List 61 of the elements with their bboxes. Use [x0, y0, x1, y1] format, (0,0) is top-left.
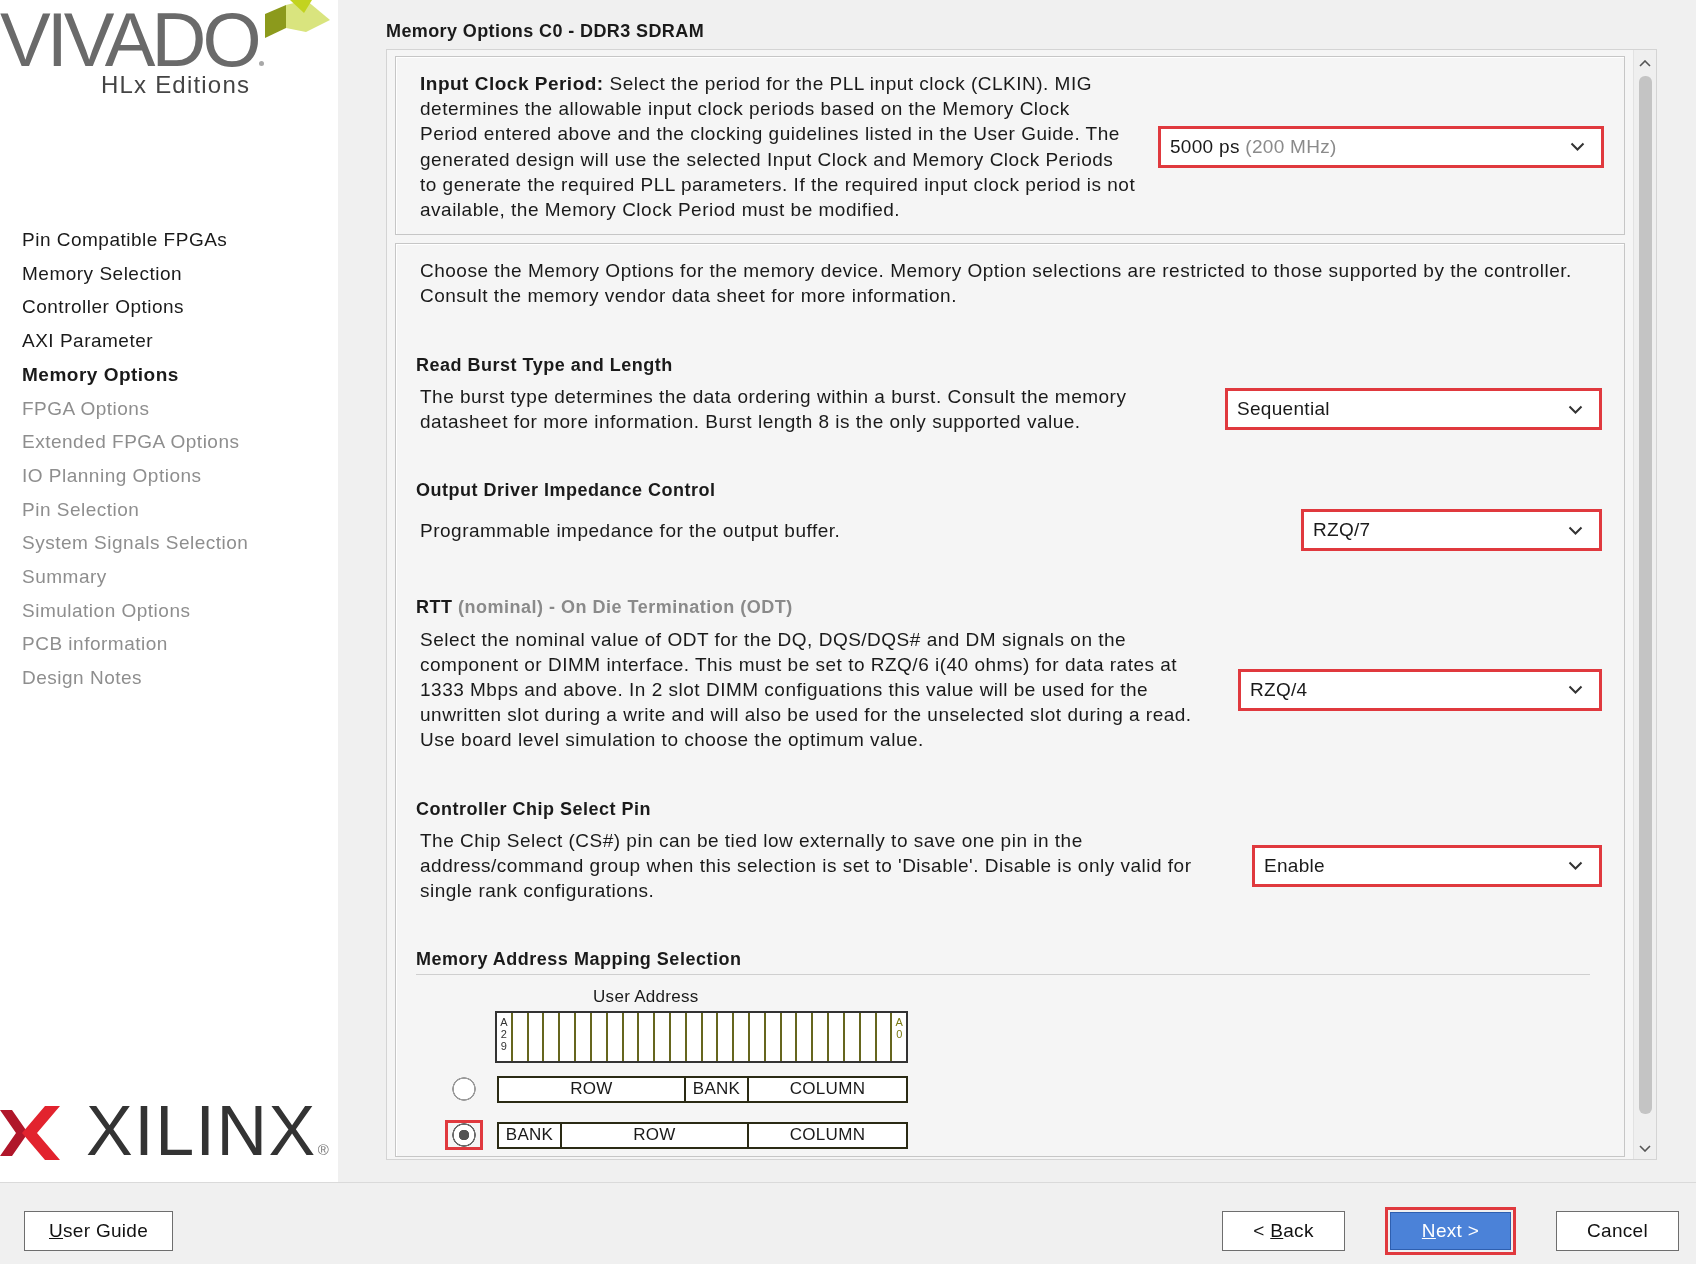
address-field: BANK: [497, 1121, 562, 1149]
chevron-down-icon: [1568, 685, 1583, 695]
description-text: Input Clock Period: Select the period for the PLL input clock (CLKIN). MIG determines the allowable input clock periods based on the Memory Clock Period entered above and the clocking guidelines listed in the User Guide. The generated design will use the selected Input Clock and Memory Clock Periods to generate the required PLL parameters. If the required input clock period is not available, the Memory Clock Period must be modified.: [420, 72, 1136, 222]
intro-text: Choose the Memory Options for the memory device. Memory Option selections are restricted to those supported by the controller. Consult the memory vendor data sheet for more information.: [420, 259, 1572, 309]
step-label: AXI Parameter: [22, 329, 154, 354]
page-title: Memory Options C0 - DDR3 SDRAM: [386, 20, 705, 42]
address-field: BANK: [684, 1075, 749, 1103]
bit-label: A29: [499, 1015, 509, 1052]
chevron-down-icon: [1570, 142, 1585, 152]
scroll-down-icon[interactable]: [1639, 1145, 1651, 1152]
scrollbar[interactable]: [1633, 50, 1656, 1159]
description-text: The Chip Select (CS#) pin can be tied low externally to save one pin in the address/command group when this selection is set to 'Disable'. Disable is only valid for single rank configurations.: [420, 828, 1192, 904]
section-heading: Controller Chip Select Pin: [416, 797, 652, 821]
dropdown[interactable]: RZQ/4: [1238, 668, 1602, 711]
step-label: Pin Selection: [22, 497, 140, 522]
section-heading: Output Driver Impedance Control: [416, 479, 716, 503]
chevron-down-icon: [1568, 404, 1583, 414]
address-field: ROW: [497, 1075, 686, 1103]
cancel-button[interactable]: Cancel: [1556, 1211, 1679, 1251]
step-label: IO Planning Options: [22, 463, 202, 488]
dot-icon: [258, 61, 264, 66]
step-label: Memory Selection: [22, 261, 183, 286]
address-field: ROW: [560, 1121, 749, 1149]
section-heading: RTT (nominal) - On Die Termination (ODT): [416, 596, 793, 620]
description-text: Select the nominal value of ODT for the DQ, DQS/DQS# and DM signals on the component or DIMM interface. This must be set to RZQ/6 i(40 ohms) for data rates at 1333 Mbps and above. In 2 slot DIMM configuations this value will be used for the unwritten slot during a write and will also be used for the unselected slot during a read. Use board level simulation to choose the optimum value.: [420, 627, 1192, 753]
step-label: Extended FPGA Options: [22, 430, 240, 455]
address-field: COLUMN: [747, 1121, 908, 1149]
x-mark-logo-icon: [0, 1106, 60, 1160]
chevron-down-icon: [1568, 525, 1583, 535]
scroll-up-icon[interactable]: [1639, 60, 1651, 67]
description-text: Programmable impedance for the output buffer.: [420, 518, 841, 543]
step-label: Memory Options: [22, 362, 179, 387]
next-button[interactable]: Next >: [1385, 1207, 1516, 1255]
diamond-logo-icon: [263, 0, 330, 40]
dropdown[interactable]: Sequential: [1225, 388, 1602, 431]
step-label: Design Notes: [22, 666, 143, 691]
dropdown[interactable]: 5000 ps (200 MHz): [1158, 125, 1604, 168]
radio-button[interactable]: [452, 1077, 476, 1102]
edition-label: HLx Editions: [101, 73, 251, 97]
back-button[interactable]: < Back: [1222, 1211, 1345, 1251]
step-label: Controller Options: [22, 295, 185, 320]
user-guide-button[interactable]: User Guide: [24, 1211, 174, 1251]
step-label: Simulation Options: [22, 598, 191, 623]
section-heading: Memory Address Mapping Selection: [416, 948, 742, 972]
step-label: System Signals Selection: [22, 531, 249, 556]
dropdown[interactable]: Enable: [1252, 844, 1602, 887]
bit-label: A0: [894, 1015, 904, 1040]
scrollbar-thumb[interactable]: [1638, 76, 1652, 1114]
chevron-down-icon: [1568, 861, 1583, 871]
step-label: FPGA Options: [22, 396, 150, 421]
description-text: The burst type determines the data ordering within a burst. Consult the memory datasheet for more information. Burst length 8 is the only supported value.: [420, 384, 1127, 435]
dropdown[interactable]: RZQ/7: [1301, 509, 1602, 552]
radio-button[interactable]: [445, 1120, 483, 1151]
registered-mark: ®: [317, 1142, 329, 1157]
section-heading: Read Burst Type and Length: [416, 353, 673, 377]
address-field: COLUMN: [747, 1075, 908, 1103]
user-address-label: User Address: [593, 985, 699, 1008]
step-label: PCB information: [22, 632, 168, 657]
step-label: Pin Compatible FPGAs: [22, 228, 228, 252]
step-label: Summary: [22, 565, 107, 590]
xilinx-wordmark: XILINX: [86, 1096, 317, 1166]
